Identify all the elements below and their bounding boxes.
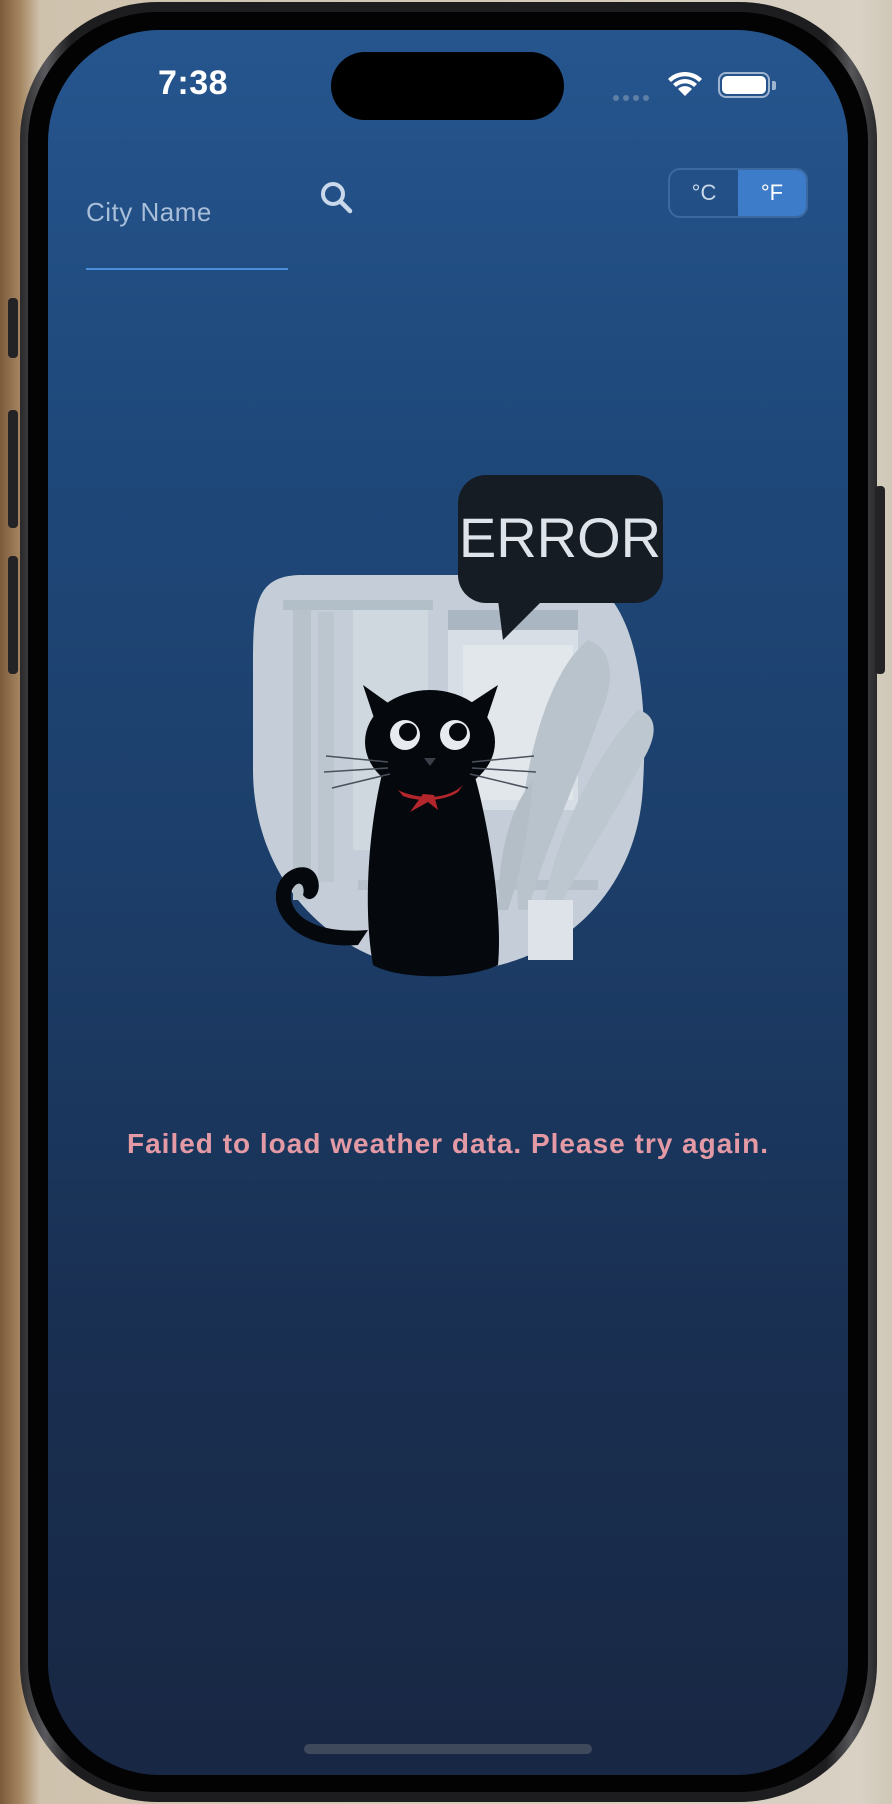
action-button <box>8 298 18 358</box>
cellular-signal-icon <box>613 88 653 106</box>
search-icon <box>321 182 353 214</box>
search-button[interactable] <box>312 173 364 225</box>
battery-tip <box>772 81 776 90</box>
wifi-icon <box>668 71 702 96</box>
city-name-input[interactable] <box>86 188 286 236</box>
dynamic-island <box>331 52 564 120</box>
status-time: 7:38 <box>158 64 229 102</box>
city-search-field[interactable] <box>86 160 288 272</box>
home-indicator[interactable] <box>304 1744 592 1754</box>
status-icons <box>613 70 783 101</box>
error-cat-illustration: ERROR <box>253 475 663 977</box>
app-screen: 7:38 °C °F <box>48 30 848 1775</box>
volume-down-button <box>8 556 18 674</box>
error-message: Failed to load weather data. Please try … <box>127 1128 769 1159</box>
input-underline <box>86 268 288 270</box>
fahrenheit-button[interactable]: °F <box>738 170 806 216</box>
error-bubble-label: ERROR <box>459 506 661 569</box>
battery-icon <box>718 72 770 98</box>
temperature-unit-toggle[interactable]: °C °F <box>668 168 808 218</box>
volume-up-button <box>8 410 18 528</box>
celsius-button[interactable]: °C <box>670 170 738 216</box>
power-button <box>875 486 885 674</box>
